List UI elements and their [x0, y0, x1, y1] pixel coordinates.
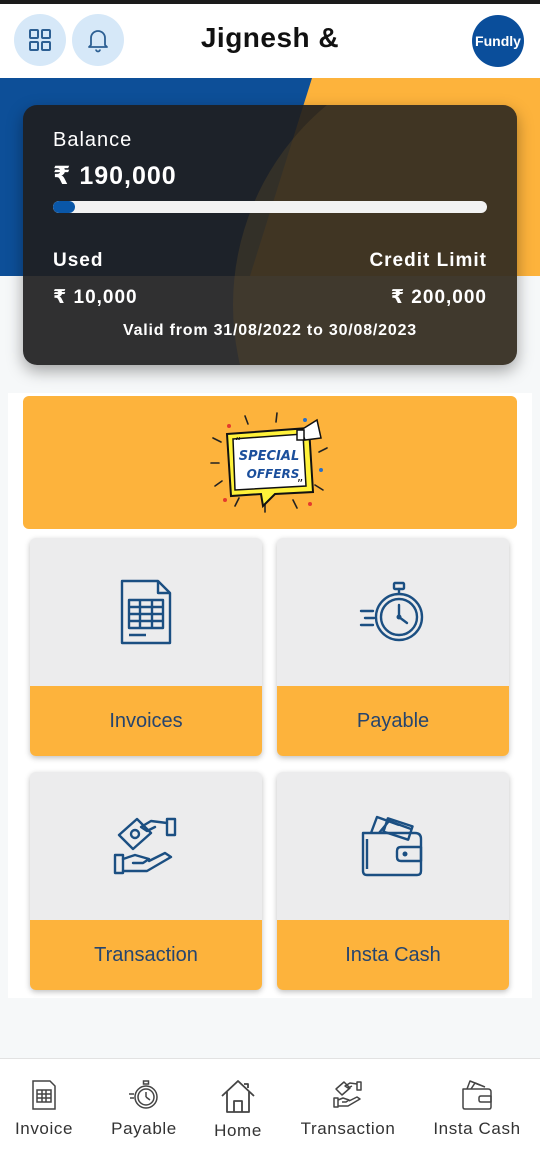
special-offers-graphic: SPECIAL OFFERS “ ”	[210, 411, 328, 513]
fundly-logo[interactable]: Fundly	[472, 15, 524, 67]
nav-item-payable[interactable]: Payable	[96, 1059, 192, 1149]
nav-item-insta-cash[interactable]: Insta Cash	[426, 1059, 528, 1149]
insta-cash-tile[interactable]: Insta Cash	[277, 772, 509, 990]
handshake-money-icon	[113, 817, 177, 875]
bell-icon	[88, 30, 108, 53]
validity-text: Valid from 31/08/2022 to 30/08/2023	[123, 322, 417, 339]
used-label: Used	[53, 250, 104, 271]
tile-icon-area	[30, 538, 262, 686]
invoices-label: Invoices	[30, 686, 262, 756]
transaction-tile[interactable]: Transaction	[30, 772, 262, 990]
offer-line1: SPECIAL	[239, 449, 300, 464]
invoice-icon	[32, 1080, 56, 1110]
invoices-tile[interactable]: Invoices	[30, 538, 262, 756]
nav-label: Home	[214, 1121, 262, 1140]
transaction-label: Transaction	[30, 920, 262, 990]
nav-label: Insta Cash	[433, 1119, 521, 1138]
offer-line2: OFFERS	[247, 467, 300, 481]
invoice-icon	[120, 579, 172, 645]
payable-label: Payable	[277, 686, 509, 756]
payable-tile[interactable]: Payable	[277, 538, 509, 756]
balance-label: Balance	[53, 129, 133, 151]
svg-text:“: “	[235, 435, 241, 449]
app-header: Jignesh & Fundly	[0, 4, 540, 78]
stopwatch-icon	[129, 1080, 158, 1109]
balance-value: ₹ 190,000	[53, 162, 177, 190]
home-icon	[221, 1080, 255, 1113]
nav-label: Transaction	[300, 1119, 396, 1138]
wallet-icon	[361, 815, 423, 877]
nav-label: Payable	[111, 1119, 177, 1138]
megaphone-icon	[296, 418, 322, 441]
balance-card: Balance ₹ 190,000 Used Credit Limit ₹ 10…	[23, 105, 517, 365]
nav-item-invoice[interactable]: Invoice	[0, 1059, 88, 1149]
nav-label: Invoice	[14, 1119, 74, 1138]
nav-item-transaction[interactable]: Transaction	[290, 1059, 406, 1149]
handshake-money-icon	[333, 1081, 362, 1108]
notifications-button[interactable]	[72, 14, 124, 66]
wallet-icon	[462, 1080, 492, 1110]
stopwatch-icon	[359, 581, 424, 642]
insta-cash-label: Insta Cash	[277, 920, 509, 990]
credit-usage-bar	[53, 201, 487, 213]
bottom-navigation: Invoice Payable Home Transaction Insta C…	[0, 1058, 540, 1149]
menu-grid-button[interactable]	[14, 14, 66, 66]
nav-item-home[interactable]: Home	[196, 1059, 280, 1149]
tile-icon-area	[277, 538, 509, 686]
tile-icon-area	[277, 772, 509, 920]
credit-limit-value: ₹ 200,000	[390, 287, 487, 308]
credit-usage-fill	[53, 201, 75, 213]
used-value: ₹ 10,000	[53, 287, 138, 308]
special-offers-banner[interactable]: SPECIAL OFFERS “ ”	[23, 396, 517, 529]
grid-icon	[29, 29, 51, 51]
credit-limit-label: Credit Limit	[369, 250, 487, 271]
page-title: Jignesh &	[200, 22, 340, 53]
svg-text:”: ”	[297, 477, 303, 491]
tile-icon-area	[30, 772, 262, 920]
